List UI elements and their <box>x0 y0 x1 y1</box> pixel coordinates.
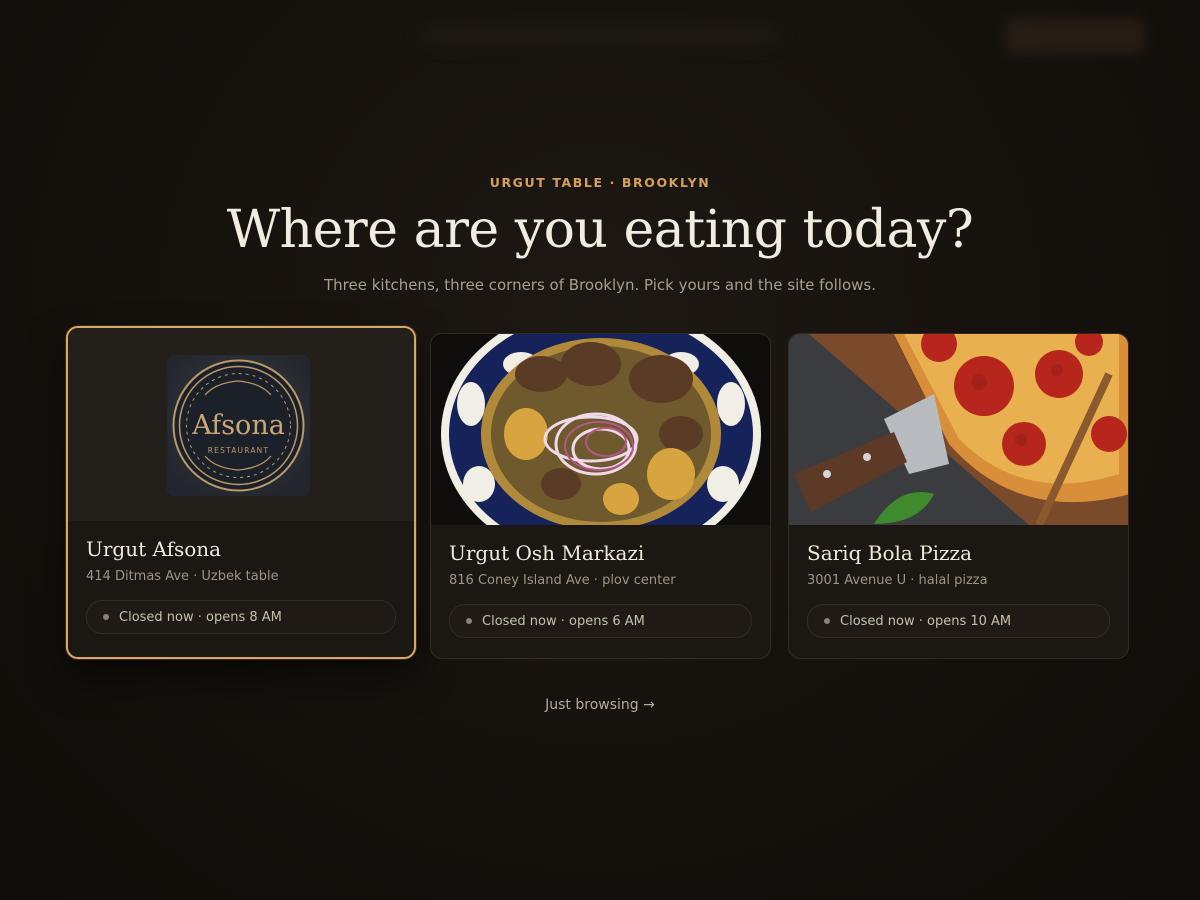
status-badge: Closed now · opens 8 AM <box>86 600 396 634</box>
location-meta: 816 Coney Island Ave · plov center <box>449 573 676 588</box>
card-media: Afsona RESTAURANT <box>68 328 414 521</box>
location-card-sariq-bola-pizza[interactable]: Sariq Bola Pizza 3001 Avenue U · halal p… <box>788 333 1129 659</box>
location-meta: 414 Ditmas Ave · Uzbek table <box>86 569 279 584</box>
blurred-nav <box>420 26 780 44</box>
status-dot-icon <box>466 618 472 624</box>
location-card-urgut-afsona[interactable]: Afsona RESTAURANT Urgut Afsona 414 Ditma… <box>66 326 416 659</box>
location-name: Sariq Bola Pizza <box>807 541 973 565</box>
page-subtitle: Three kitchens, three corners of Brookly… <box>323 276 876 294</box>
blurred-header <box>0 0 1200 80</box>
status-text: Closed now · opens 8 AM <box>119 609 282 625</box>
location-name: Urgut Afsona <box>86 537 222 561</box>
location-card-urgut-osh-markazi[interactable]: Urgut Osh Markazi 816 Coney Island Ave ·… <box>430 333 771 659</box>
just-browsing-link[interactable]: Just browsing → <box>0 697 1200 713</box>
page-title: Where are you eating today? <box>226 200 974 260</box>
status-text: Closed now · opens 6 AM <box>482 613 645 629</box>
blurred-header-button <box>1005 18 1145 54</box>
status-dot-icon <box>824 618 830 624</box>
eyebrow: URGUT TABLE · BROOKLYN <box>489 175 711 190</box>
status-dot-icon <box>103 614 109 620</box>
plov-photo <box>431 334 770 525</box>
afsona-logo: Afsona RESTAURANT <box>167 355 310 496</box>
status-badge: Closed now · opens 10 AM <box>807 604 1110 638</box>
afsona-logo-wordmark: Afsona <box>191 410 285 441</box>
afsona-logo-subtext: RESTAURANT <box>208 446 270 455</box>
pizza-photo <box>789 334 1128 525</box>
location-name: Urgut Osh Markazi <box>449 541 645 565</box>
status-badge: Closed now · opens 6 AM <box>449 604 752 638</box>
status-text: Closed now · opens 10 AM <box>840 613 1012 629</box>
location-meta: 3001 Avenue U · halal pizza <box>807 573 988 588</box>
